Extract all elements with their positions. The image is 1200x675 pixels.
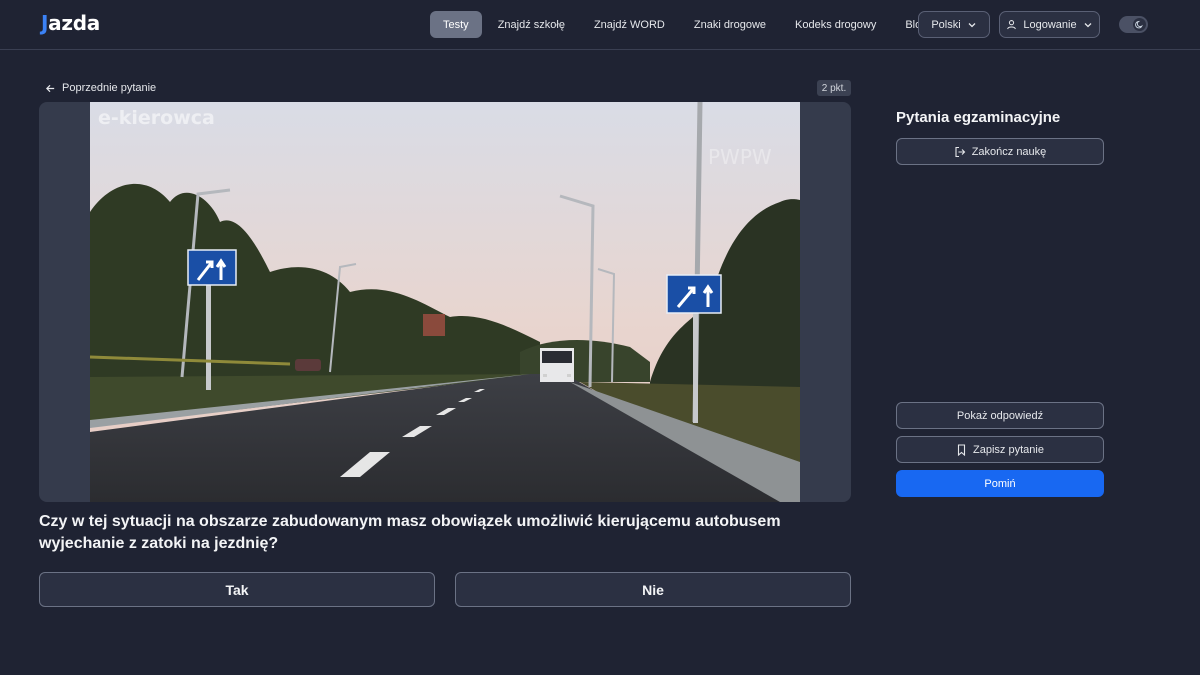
language-label: Polski [931,18,961,31]
road-scene-image: e-kierowca PWPW [90,102,800,502]
language-select[interactable]: Polski [918,11,990,38]
nav-item-find-school[interactable]: Znajdź szkołę [485,11,578,38]
nav-item-testy[interactable]: Testy [430,11,482,38]
save-question-label: Zapisz pytanie [973,443,1044,456]
logout-icon [955,146,965,157]
sidebar-title: Pytania egzaminacyjne [896,109,1061,126]
chevron-down-icon [1084,22,1092,27]
theme-toggle[interactable] [1119,16,1148,33]
skip-button[interactable]: Pomiń [896,470,1104,497]
previous-question-link[interactable]: Poprzednie pytanie [45,81,156,95]
logo-text: azda [48,11,100,35]
logo-accent-letter: J [41,11,49,35]
bookmark-icon [957,443,966,456]
answer-no-button[interactable]: Nie [455,572,851,607]
points-badge: 2 pkt. [817,80,851,96]
watermark-text: e-kierowca [98,107,215,129]
chevron-down-icon [968,22,976,27]
user-icon [1007,20,1017,30]
moon-icon [1135,20,1143,29]
show-answer-button[interactable]: Pokaż odpowiedź [896,402,1104,429]
logo[interactable]: Jazda [41,11,100,37]
login-label: Logowanie [1023,18,1077,31]
nav-item-traffic-code[interactable]: Kodeks drogowy [782,11,889,38]
arrow-left-icon [45,84,55,92]
question-media: e-kierowca PWPW [39,102,851,502]
finish-learning-button[interactable]: Zakończ naukę [896,138,1104,165]
answer-yes-button[interactable]: Tak [39,572,435,607]
top-header: Jazda Testy Znajdź szkołę Znajdź WORD Zn… [0,0,1200,50]
previous-question-label: Poprzednie pytanie [62,82,157,94]
question-text: Czy w tej sytuacji na obszarze zabudowan… [39,513,781,552]
main-nav: Testy Znajdź szkołę Znajdź WORD Znaki dr… [430,11,943,38]
save-question-button[interactable]: Zapisz pytanie [896,436,1104,463]
nav-item-find-word[interactable]: Znajdź WORD [581,11,678,38]
login-button[interactable]: Logowanie [999,11,1100,38]
toggle-knob [1133,18,1146,31]
finish-learning-label: Zakończ naukę [971,145,1047,158]
nav-item-road-signs[interactable]: Znaki drogowe [681,11,779,38]
watermark-right-text: PWPW [708,145,772,169]
